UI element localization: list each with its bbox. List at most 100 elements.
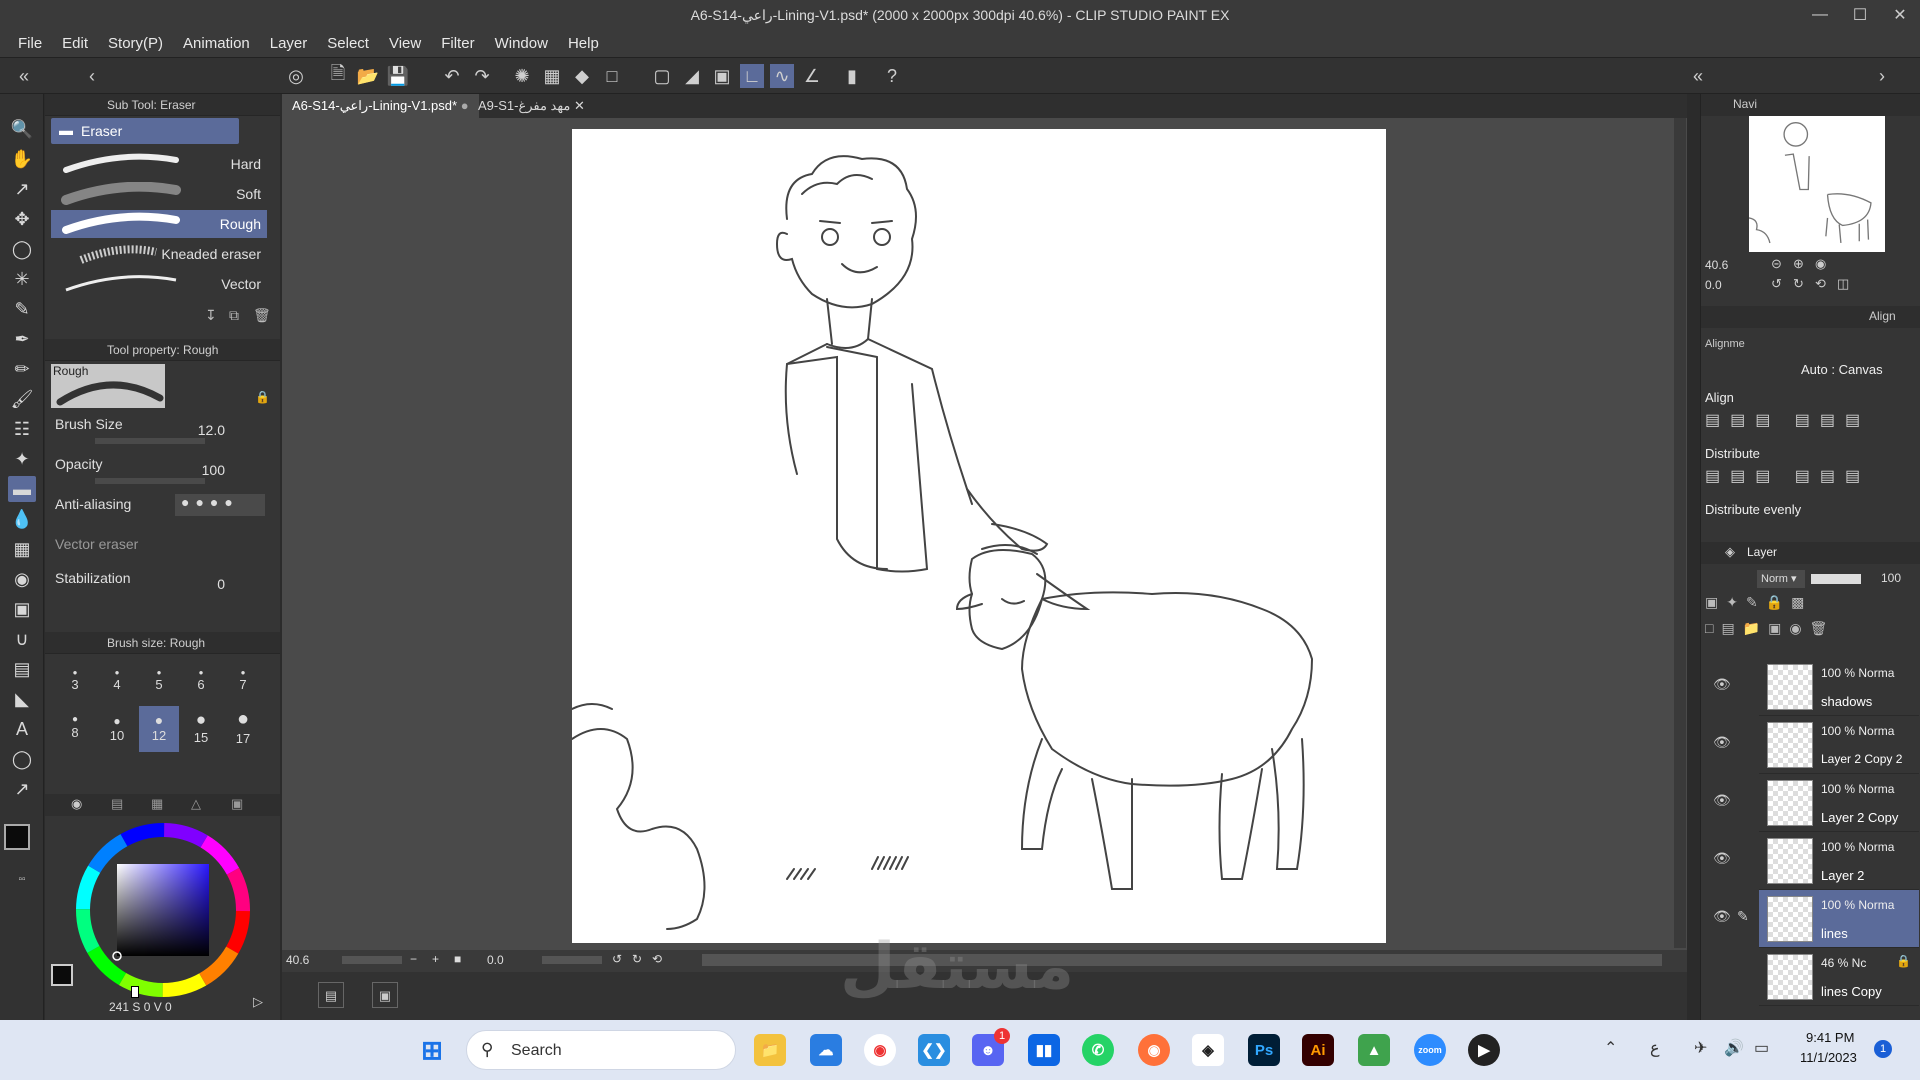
chevron-right-icon[interactable]: › [1870,64,1894,88]
redo-icon[interactable]: ↷ [470,64,494,88]
zoom-tool-icon[interactable]: 🔍 [8,116,36,142]
brush-rough[interactable]: Rough [51,210,267,238]
collapse-left-icon[interactable]: « [12,64,36,88]
nav-zoom-out-icon[interactable]: ⊝ [1771,256,1782,272]
brush-soft[interactable]: Soft [51,180,267,208]
eyedropper-tool-icon[interactable]: ✎ [8,296,36,322]
color-set-tab-icon[interactable]: ▦ [151,796,163,812]
menu-animation[interactable]: Animation [173,35,260,52]
brush-size-slider[interactable] [95,438,205,444]
bluestacks-icon[interactable]: ▲ [1358,1034,1390,1066]
snap-grid-icon[interactable]: ∠ [800,64,824,88]
menu-file[interactable]: File [8,35,52,52]
main-color-swatch[interactable] [4,824,30,850]
brush-size-7[interactable]: ● 7 [223,658,263,704]
magic-wand-tool-icon[interactable]: ✳ [8,266,36,292]
network-icon[interactable]: ✈ [1694,1038,1707,1058]
menu-filter[interactable]: Filter [431,35,484,52]
clear-outside-icon[interactable]: ▦ [540,64,564,88]
intermediate-color-tab-icon[interactable]: △ [191,796,201,812]
ruler-tool-icon[interactable]: ◣ [8,686,36,712]
reset-rotation-icon[interactable]: ⟲ [652,952,662,966]
firefox-icon[interactable]: ◉ [1138,1034,1170,1066]
align-target[interactable]: Auto : Canvas [1801,362,1883,377]
angle-readout[interactable]: 0.0 [487,953,504,967]
snap-icon[interactable]: ◢ [680,64,704,88]
color-wheel[interactable] [75,822,251,998]
layer-item[interactable]: 100 % Norma Layer 2 [1759,832,1919,890]
pen-tool-icon[interactable]: ✒ [8,326,36,352]
mesh-tool-icon[interactable]: ▦ [8,536,36,562]
chrome-icon[interactable]: ◉ [864,1034,896,1066]
distribute-buttons[interactable]: ▤▤▤ ▤▤▤ [1705,466,1875,492]
trello-icon[interactable]: ▮▮ [1028,1034,1060,1066]
subtool-group-tab[interactable]: ▬ Eraser [51,118,239,144]
language-indicator[interactable]: ع [1650,1038,1660,1058]
layer-opacity-slider[interactable] [1811,574,1861,584]
eye-icon[interactable]: 👁 [1713,850,1733,870]
eye-icon[interactable]: 👁 [1713,908,1733,928]
copy-subtool-icon[interactable]: ⧉ [229,307,239,324]
menu-select[interactable]: Select [317,35,379,52]
layer-opacity-value[interactable]: 100 [1881,571,1901,585]
brush-size-4[interactable]: ● 4 [97,658,137,704]
collapse-right-icon[interactable]: « [1686,64,1710,88]
fit-icon[interactable]: ■ [454,952,461,966]
snap-special-ruler-icon[interactable]: ∿ [770,64,794,88]
decoration-tool-icon[interactable]: ✦ [8,446,36,472]
volume-icon[interactable]: 🔊 [1724,1038,1744,1058]
tablet-icon[interactable]: ▮ [840,64,864,88]
zoom-in-icon[interactable]: + [432,952,439,966]
navigator-zoom[interactable]: 40.6 [1705,258,1728,272]
onedrive-icon[interactable]: ☁ [810,1034,842,1066]
rotation-slider[interactable] [542,956,602,964]
blend-tool-icon[interactable]: 💧 [8,506,36,532]
snap-ruler-icon[interactable]: ∟ [740,64,764,88]
layer-item-selected[interactable]: 100 % Norma lines [1759,890,1919,948]
fill-tool-icon[interactable]: ◉ [8,566,36,592]
figure-tool-icon[interactable]: ∪ [8,626,36,652]
brush-vector[interactable]: Vector [51,270,267,298]
color-slider-tab-icon[interactable]: ▤ [111,796,123,812]
save-subtool-icon[interactable]: ↧ [205,307,217,324]
layer-item[interactable]: 100 % Norma Layer 2 Copy [1759,774,1919,832]
file-explorer-icon[interactable]: 📁 [754,1034,786,1066]
doc-tab-active[interactable]: A6-S14-راعي-Lining-V1.psd* ● [282,94,479,118]
menu-layer[interactable]: Layer [260,35,318,52]
opacity-property[interactable]: Opacity 100 [55,456,265,488]
balloon-tool-icon[interactable]: ◯ [8,746,36,772]
brush-tool-icon[interactable]: 🖌 [8,386,36,412]
color-main-swatch[interactable] [51,964,73,986]
battery-icon[interactable]: ▭ [1754,1038,1769,1058]
layer-property-buttons[interactable]: ▣✦✎🔒▩ [1705,594,1915,618]
close-button[interactable]: ✕ [1880,0,1920,30]
brush-size-17[interactable]: ● 17 [223,706,263,752]
stabilization-property[interactable]: Stabilization 0 [55,570,265,602]
pencil-tool-icon[interactable]: ✏ [8,356,36,382]
text-tool-icon[interactable]: A [8,716,36,742]
nav-rotate-right-icon[interactable]: ↻ [1793,276,1804,292]
clock-date[interactable]: 11/1/2023 [1800,1050,1857,1065]
menu-window[interactable]: Window [485,35,558,52]
lock-icon[interactable]: 🔒 [255,390,270,404]
menu-story[interactable]: Story(P) [98,35,173,52]
brush-kneaded[interactable]: Kneaded eraser [51,240,267,268]
align-buttons[interactable]: ▤▤▤ ▤▤▤ [1705,410,1875,436]
transform-icon[interactable]: □ [600,64,624,88]
chevron-up-icon[interactable]: ⌃ [1604,1038,1617,1058]
rotate-left-icon[interactable]: ↺ [612,952,622,966]
drawing-canvas[interactable] [572,129,1386,943]
nav-reset-icon[interactable]: ⟲ [1815,276,1826,292]
layer-item[interactable]: 46 % Nc lines Copy 🔒 [1759,948,1919,1006]
layer-item[interactable]: 100 % Norma shadows [1759,658,1919,716]
menu-edit[interactable]: Edit [52,35,98,52]
layer-action-buttons[interactable]: □▤📁▣◉🗑 [1705,620,1915,644]
rotate-right-icon[interactable]: ↻ [632,952,642,966]
zoom-readout[interactable]: 40.6 [286,953,309,967]
blend-mode-select[interactable]: Norm ▾ [1757,570,1805,588]
operation-tool-icon[interactable]: ↗ [8,176,36,202]
cel-icon[interactable]: ▣ [372,982,398,1008]
undo-icon[interactable]: ↶ [440,64,464,88]
transparent-color-icon[interactable]: ▫▫ [8,866,36,892]
taskbar-search[interactable]: ⚲ Search [466,1030,736,1070]
